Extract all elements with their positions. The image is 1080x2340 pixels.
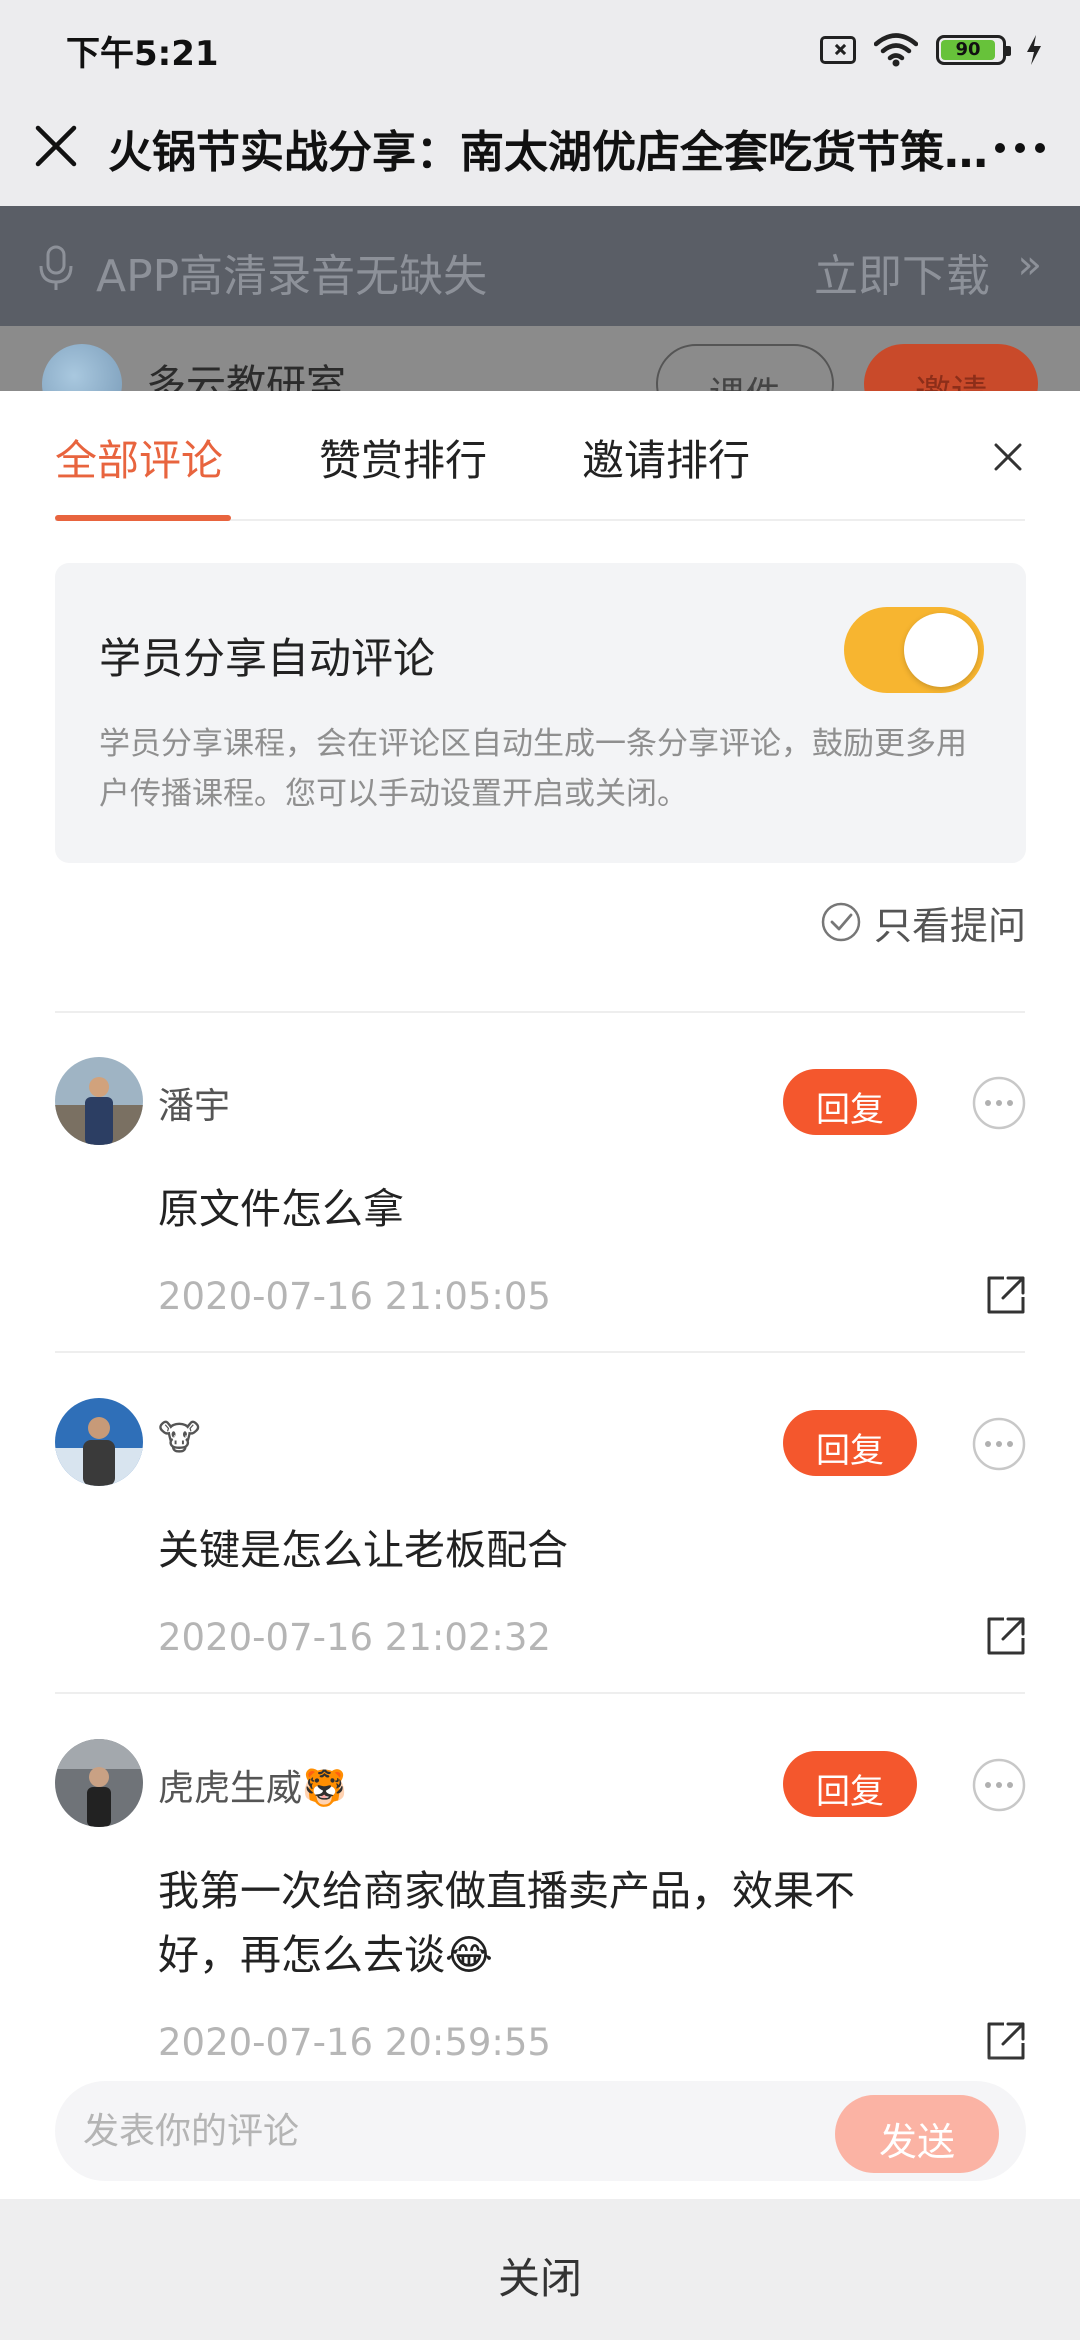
more-options-icon[interactable]: [971, 1075, 1027, 1131]
reply-button[interactable]: 回复: [783, 1751, 917, 1817]
auto-comment-description: 学员分享课程，会在评论区自动生成一条分享评论，鼓励更多用户传播课程。您可以手动设…: [99, 726, 967, 812]
double-chevron-icon: »: [1017, 242, 1042, 288]
avatar[interactable]: [55, 1057, 143, 1145]
comment-text: 关键是怎么让老板配合: [158, 1526, 568, 1574]
toggle-knob: [904, 613, 978, 687]
close-sheet-button[interactable]: 关闭: [0, 2199, 1080, 2340]
reply-button-label: 回复: [816, 1090, 884, 1130]
check-circle-icon: [821, 902, 861, 942]
invite-button-label: 邀请: [864, 364, 1038, 391]
download-link[interactable]: 立即下载: [814, 240, 990, 304]
comment-input[interactable]: [83, 2101, 803, 2161]
comment-divider: [55, 1351, 1025, 1353]
no-sim-icon: [820, 36, 856, 64]
active-tab-indicator: [55, 515, 231, 521]
background-page: APP高清录音无缺失 立即下载 » 多云教研室 课件 邀请: [0, 206, 1080, 391]
comment-tabs: 全部评论 赞赏排行 邀请排行: [0, 391, 1080, 521]
tab-invite-ranking[interactable]: 邀请排行: [582, 427, 750, 488]
comment-divider: [55, 1692, 1025, 1694]
avatar[interactable]: [55, 1398, 143, 1486]
avatar[interactable]: [55, 1739, 143, 1827]
close-sheet-label: 关闭: [497, 2254, 582, 2303]
more-options-icon[interactable]: [971, 1757, 1027, 1813]
send-button[interactable]: 发送: [835, 2095, 999, 2173]
reply-button-label: 回复: [816, 1772, 884, 1812]
author-avatar: [42, 344, 122, 391]
charging-icon: [1027, 35, 1041, 65]
auto-comment-card: 学员分享自动评论 学员分享课程，会在评论区自动生成一条分享评论，鼓励更多用户传播…: [55, 563, 1026, 863]
reply-button-label: 回复: [816, 1431, 884, 1471]
battery-level: 90: [941, 40, 995, 60]
more-options-icon[interactable]: [971, 1416, 1027, 1472]
share-icon[interactable]: [984, 1614, 1028, 1658]
page-title: 火锅节实战分享：南太湖优店全套吃货节策划方案: [108, 127, 988, 178]
course-author-row: 多云教研室 课件 邀请: [0, 326, 1080, 391]
comment-composer: 发送: [55, 2081, 1026, 2181]
comment-time: 2020-07-16 21:05:05: [158, 1275, 551, 1318]
comment-username: 虎虎生威🐯: [158, 1768, 347, 1809]
status-time: 下午5:21: [66, 34, 219, 74]
comment-item: 🐮 回复 关键是怎么让老板配合 2020-07-16 21:02:32: [0, 1354, 1080, 1694]
share-icon[interactable]: [984, 2019, 1028, 2063]
author-name: 多云教研室: [146, 362, 346, 391]
close-icon[interactable]: [28, 118, 84, 174]
app-download-banner[interactable]: APP高清录音无缺失 立即下载 »: [0, 206, 1080, 326]
battery-icon: 90: [936, 35, 1011, 65]
tab-reward-ranking[interactable]: 赞赏排行: [319, 427, 487, 488]
auto-comment-toggle[interactable]: [844, 607, 984, 693]
close-icon[interactable]: [988, 437, 1028, 477]
courseware-button[interactable]: 课件: [656, 344, 834, 391]
banner-text: APP高清录音无缺失: [96, 251, 488, 302]
send-button-label: 发送: [878, 2120, 955, 2164]
comment-username: 潘宇: [158, 1086, 231, 1127]
microphone-icon: [39, 245, 73, 290]
comment-time: 2020-07-16 20:59:55: [158, 2021, 551, 2064]
comment-text: 我第一次给商家做直播卖产品，效果不好，再怎么去谈😂: [158, 1867, 855, 1979]
reply-button[interactable]: 回复: [783, 1410, 917, 1476]
courseware-button-label: 课件: [658, 366, 832, 391]
wifi-icon: [874, 33, 918, 67]
comment-text: 原文件怎么拿: [158, 1185, 404, 1233]
share-icon[interactable]: [984, 1273, 1028, 1317]
comment-username: 🐮: [158, 1418, 201, 1459]
auto-comment-title: 学员分享自动评论: [99, 634, 436, 683]
comment-time: 2020-07-16 21:02:32: [158, 1616, 551, 1659]
status-bar: 下午5:21 90: [0, 0, 1080, 96]
invite-button[interactable]: 邀请: [864, 344, 1038, 391]
reply-button[interactable]: 回复: [783, 1069, 917, 1135]
title-bar: 火锅节实战分享：南太湖优店全套吃货节策划方案: [0, 96, 1080, 206]
tab-all-comments[interactable]: 全部评论: [55, 427, 223, 488]
questions-only-label: 只看提问: [873, 903, 1026, 948]
comments-sheet: 全部评论 赞赏排行 邀请排行 学员分享自动评论 学员分享课程，会在评论区自动生成…: [0, 391, 1080, 2199]
comment-item: 虎虎生威🐯 回复 我第一次给商家做直播卖产品，效果不好，再怎么去谈😂 2020-…: [0, 1695, 1080, 2064]
questions-only-filter[interactable]: 只看提问: [820, 894, 1026, 950]
comment-item: 潘宇 回复 原文件怎么拿 2020-07-16 21:05:05: [0, 1013, 1080, 1353]
status-icons: 90: [820, 30, 1044, 70]
more-icon[interactable]: [990, 128, 1050, 168]
